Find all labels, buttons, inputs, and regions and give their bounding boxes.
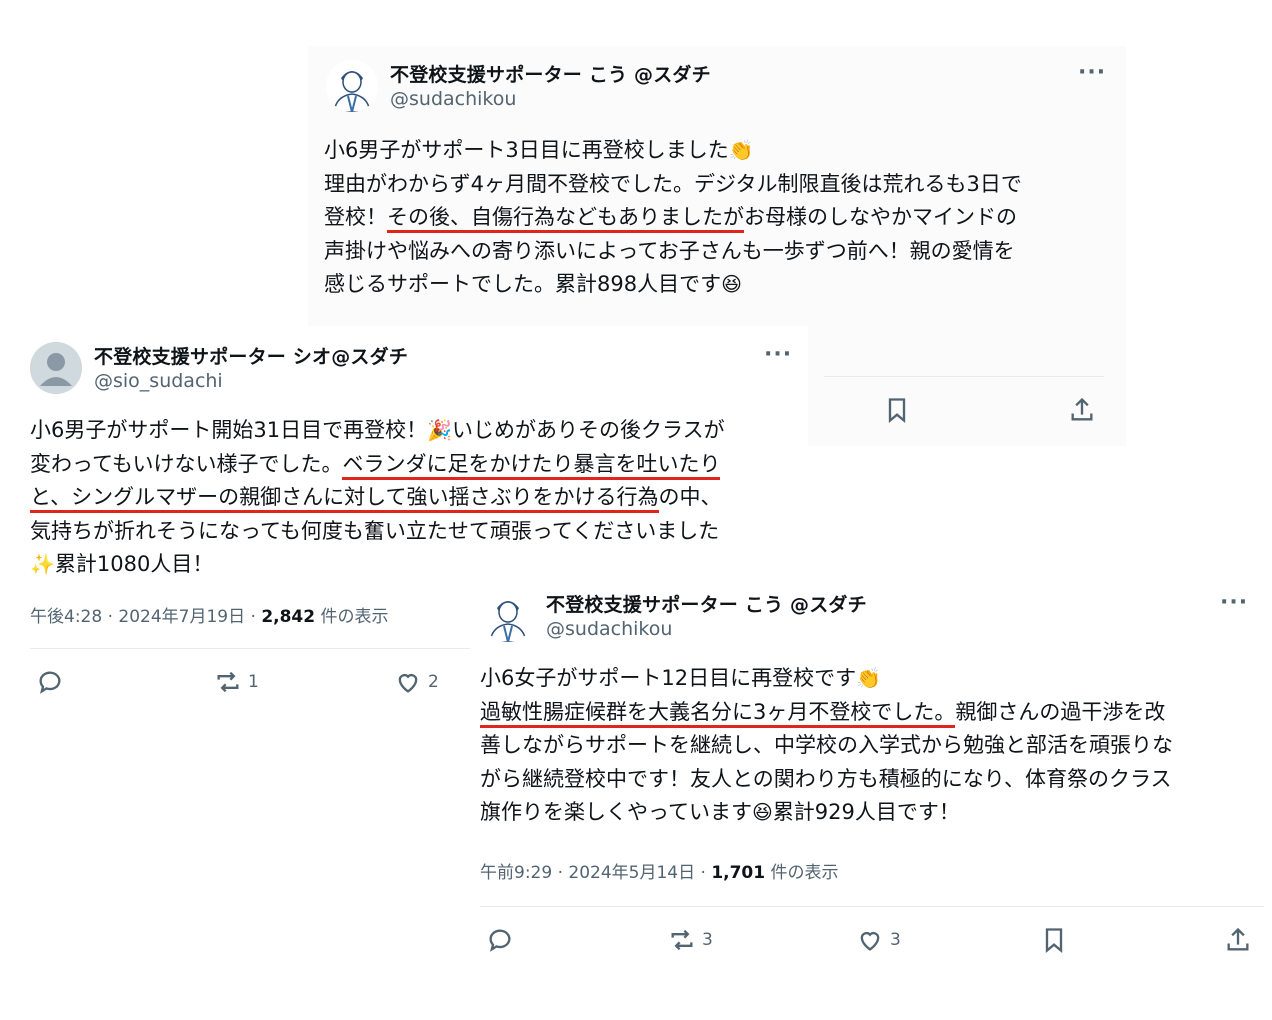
tweet-text: 小6女子がサポート12日目に再登校です👏 過敏性腸症候群を大義名分に3ヶ月不登校… <box>480 662 1173 830</box>
display-name[interactable]: 不登校支援サポーター シオ@スダチ <box>94 342 408 369</box>
text-segment: 旗作りを楽しくやっています <box>480 800 752 824</box>
timestamp[interactable]: 午後4:28 · 2024年7月19日 · <box>30 607 261 627</box>
like-count: 2 <box>428 672 439 692</box>
bookmark-icon <box>888 398 906 423</box>
text-line: 善しながらサポートを継続し、中学校の入学式から勉強と部活を頑張りな <box>480 729 1173 763</box>
text-line: 小6女子がサポート12日目に再登校です👏 <box>480 662 1173 696</box>
text-segment: 小6男子がサポート開始31日目で再登校！ <box>30 418 428 442</box>
like-count: 3 <box>890 930 901 950</box>
views-label: 件の表示 <box>315 607 389 627</box>
handle[interactable]: @sudachikou <box>390 88 516 110</box>
text-line: 旗作りを楽しくやっています😆累計929人目です！ <box>480 796 1173 830</box>
text-line: 小6男子がサポート3日目に再登校しました👏 <box>324 134 1022 168</box>
bookmark-button[interactable] <box>883 396 911 424</box>
text-segment: お母様のしなやかマインドの <box>744 205 1017 229</box>
highlighted-text: 過敏性腸症候群を大義名分に3ヶ月不登校でした。 <box>480 699 956 728</box>
view-count: 2,842 <box>261 607 316 627</box>
share-button[interactable] <box>1224 926 1252 954</box>
text-segment: 声掛けや悩みへの寄り添いによってお子さんも一歩ずつ前へ！親の愛情を <box>324 238 1015 263</box>
text-line: 気持ちが折れそうになっても何度も奮い立たせて頑張ってくださいました <box>30 515 725 549</box>
retweet-count: 3 <box>702 930 713 950</box>
sparkles-emoji: ✨ <box>30 552 55 576</box>
laugh-emoji: 😆 <box>721 272 742 296</box>
more-icon[interactable]: ··· <box>1220 590 1248 615</box>
handle[interactable]: @sio_sudachi <box>94 370 223 392</box>
default-avatar-icon <box>30 342 82 394</box>
text-line: と、シングルマザーの親御さんに対して強い揺さぶりをかける行為の中、 <box>30 481 725 515</box>
text-line: 登校！その後、自傷行為などもありましたがお母様のしなやかマインドの <box>324 201 1022 235</box>
like-icon <box>860 932 880 951</box>
tweet-text: 小6男子がサポート3日目に再登校しました👏 理由がわからず4ヶ月間不登校でした。… <box>324 134 1022 302</box>
handle[interactable]: @sudachikou <box>546 618 672 640</box>
text-line: がら継続登校中です！友人との関わり方も積極的になり、体育祭のクラス <box>480 763 1173 797</box>
avatar[interactable] <box>326 60 378 112</box>
reply-button[interactable] <box>486 926 514 954</box>
like-button[interactable]: 2 <box>394 668 439 696</box>
person-illustration-icon <box>326 60 378 112</box>
display-name[interactable]: 不登校支援サポーター こう @スダチ <box>546 590 867 617</box>
text-segment: 善しながらサポートを継続し、中学校の入学式から勉強と部活を頑張りな <box>480 733 1173 757</box>
clap-emoji: 👏 <box>728 138 754 162</box>
retweet-count: 1 <box>248 672 259 692</box>
views-label: 件の表示 <box>765 863 839 883</box>
share-icon <box>1071 397 1093 421</box>
text-segment: がら継続登校中です！友人との関わり方も積極的になり、体育祭のクラス <box>480 766 1172 791</box>
highlighted-text: ベランダに足をかけたり暴言を吐いたり <box>342 451 721 480</box>
text-line: 過敏性腸症候群を大義名分に3ヶ月不登校でした。親御さんの過干渉を改 <box>480 696 1173 730</box>
text-segment: 理由がわからず4ヶ月間不登校でした。デジタル制限直後は荒れるも3日で <box>324 171 1022 196</box>
more-icon[interactable]: ··· <box>764 342 792 367</box>
retweet-icon <box>217 671 239 693</box>
text-segment: 累計929人目です！ <box>772 800 960 824</box>
avatar[interactable] <box>482 590 534 642</box>
party-popper-emoji: 🎉 <box>427 418 452 442</box>
share-icon <box>1227 927 1249 951</box>
divider <box>480 906 1264 907</box>
tweet-meta: 午後4:28 · 2024年7月19日 · 2,842 件の表示 <box>30 602 389 627</box>
tweet-text: 小6男子がサポート開始31日目で再登校！🎉いじめがありその後クラスが 変わっても… <box>30 414 725 582</box>
like-icon <box>398 674 418 693</box>
bookmark-icon <box>1045 928 1063 953</box>
retweet-button[interactable]: 1 <box>214 668 259 696</box>
tweet-card-3: 不登校支援サポーター こう @スダチ @sudachikou ··· 小6女子が… <box>470 578 1272 1020</box>
text-segment: 変わってもいけない様子でした。 <box>30 451 343 476</box>
retweet-button[interactable]: 3 <box>668 926 713 954</box>
person-illustration-icon <box>482 590 534 642</box>
clap-emoji: 👏 <box>856 666 881 690</box>
tweet-meta: 午前9:29 · 2024年5月14日 · 1,701 件の表示 <box>480 858 839 883</box>
laugh-emoji: 😆 <box>751 800 773 824</box>
text-line: 小6男子がサポート開始31日目で再登校！🎉いじめがありその後クラスが <box>30 414 725 448</box>
text-segment: 感じるサポートでした。累計898人目です <box>324 272 722 296</box>
like-button[interactable]: 3 <box>856 926 901 954</box>
bookmark-button[interactable] <box>1040 926 1068 954</box>
text-line: 変わってもいけない様子でした。ベランダに足をかけたり暴言を吐いたり <box>30 448 725 482</box>
text-segment: 累計1080人目！ <box>54 552 214 576</box>
highlighted-text: その後、自傷行為などもありましたが <box>387 205 744 233</box>
text-segment: 気持ちが折れそうになっても何度も奮い立たせて頑張ってくださいました <box>30 518 720 543</box>
reply-icon <box>39 671 61 694</box>
highlighted-text: と、シングルマザーの親御さんに対して強い揺さぶりをかける行為 <box>30 485 659 513</box>
reply-button[interactable] <box>36 668 64 696</box>
share-button[interactable] <box>1068 396 1096 424</box>
text-segment: 小6男子がサポート3日目に再登校しました <box>324 138 729 162</box>
divider <box>824 376 1104 377</box>
display-name[interactable]: 不登校支援サポーター こう @スダチ <box>390 60 711 87</box>
more-icon[interactable]: ··· <box>1078 60 1106 85</box>
reply-icon <box>489 929 511 952</box>
text-line: 感じるサポートでした。累計898人目です😆 <box>324 268 1022 302</box>
text-segment: 親御さんの過干渉を改 <box>955 699 1166 724</box>
text-segment: 小6女子がサポート12日目に再登校です <box>480 666 857 690</box>
retweet-icon <box>671 929 693 951</box>
text-line: 理由がわからず4ヶ月間不登校でした。デジタル制限直後は荒れるも3日で <box>324 168 1022 202</box>
text-segment: の中、 <box>658 485 722 509</box>
text-line: 声掛けや悩みへの寄り添いによってお子さんも一歩ずつ前へ！親の愛情を <box>324 235 1022 269</box>
timestamp[interactable]: 午前9:29 · 2024年5月14日 · <box>480 863 711 883</box>
text-segment: いじめがありその後クラスが <box>452 418 725 442</box>
text-segment: 登校！ <box>324 205 387 229</box>
text-line: ✨累計1080人目！ <box>30 548 725 582</box>
view-count: 1,701 <box>711 863 766 883</box>
divider <box>30 648 470 649</box>
avatar[interactable] <box>30 342 82 394</box>
